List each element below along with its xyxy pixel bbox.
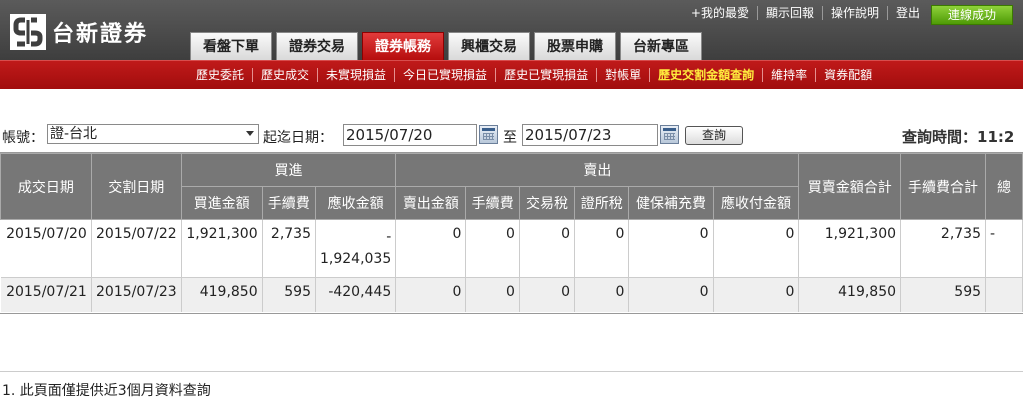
footnote: 1. 此頁面僅提供近3個月資料查詢 <box>2 383 211 399</box>
subnav-history-fills[interactable]: 歷史成交 <box>252 68 317 82</box>
settlement-table-container: 成交日期 交割日期 買進 賣出 買賣金額合計 手續費合計 總 買進金額 手續費 … <box>0 152 1023 314</box>
subnav-today-realized-pl[interactable]: 今日已實現損益 <box>394 68 495 82</box>
th-buy-amount: 買進金額 <box>180 186 263 220</box>
tab-taishin-zone[interactable]: 台新專區 <box>620 32 702 60</box>
th-capital-gains-tax: 證所稅 <box>574 186 630 220</box>
th-receivable: 應收金額 <box>314 186 397 220</box>
taishin-logo-icon <box>10 14 46 50</box>
cell-trade-date: 2015/07/20 <box>0 219 92 278</box>
th-buy-fee: 手續費 <box>261 186 317 220</box>
account-label: 帳號： <box>2 130 44 146</box>
subnav-unrealized-pl[interactable]: 未實現損益 <box>317 68 394 82</box>
cell-total-amount: 1,921,300 <box>798 219 902 278</box>
cell-payable: 0 <box>713 277 800 312</box>
footnote-divider <box>0 371 1023 372</box>
dropdown-arrow-icon <box>246 131 254 136</box>
receivable-sign: - <box>386 229 392 245</box>
cell-extra: - <box>985 219 1023 278</box>
account-select[interactable]: 證-台北 <box>47 124 259 144</box>
cell-capital-gains-tax: 0 <box>574 277 630 312</box>
subnav-history-realized-pl[interactable]: 歷史已實現損益 <box>495 68 596 82</box>
connection-status-button[interactable]: 連線成功 <box>931 5 1013 25</box>
cell-buy-fee: 595 <box>262 277 317 312</box>
cell-total-fee: 2,735 <box>900 219 987 278</box>
cell-total-amount: 419,850 <box>798 277 902 312</box>
subnav-margin-quota[interactable]: 資券配額 <box>815 68 880 82</box>
cell-sell-fee: 0 <box>465 277 520 312</box>
subnav-maintenance-ratio[interactable]: 維持率 <box>762 68 815 82</box>
tab-quote-order[interactable]: 看盤下單 <box>190 32 272 60</box>
cell-nhi-supplement: 0 <box>628 277 714 312</box>
show-report-link[interactable]: 顯示回報 <box>756 6 822 20</box>
account-value: 證-台北 <box>50 126 98 142</box>
tab-securities-trading[interactable]: 證券交易 <box>276 32 358 60</box>
th-sell-fee: 手續費 <box>465 186 520 220</box>
th-trade-date: 成交日期 <box>0 153 92 220</box>
receivable-value: 1,924,035 <box>320 251 392 267</box>
cell-sell-amount: 0 <box>395 219 467 278</box>
th-payable: 應收付金額 <box>712 186 800 220</box>
cell-extra <box>985 277 1023 312</box>
th-total-fee: 手續費合計 <box>900 153 987 220</box>
help-link[interactable]: 操作說明 <box>821 6 887 20</box>
cell-nhi-supplement: 0 <box>628 219 714 278</box>
cell-trade-date: 2015/07/21 <box>0 277 92 312</box>
cell-settle-date: 2015/07/22 <box>91 219 182 278</box>
table-row: 2015/07/20 2015/07/22 1,921,300 2,735 - 1… <box>0 219 1023 278</box>
cell-buy-amount: 419,850 <box>181 277 263 312</box>
cell-receivable: -420,445 <box>315 277 397 312</box>
th-sell-amount: 賣出金額 <box>395 186 467 220</box>
end-calendar-icon[interactable] <box>660 125 679 144</box>
cell-sell-fee: 0 <box>465 219 520 278</box>
date-range-label: 起迄日期： <box>263 130 333 146</box>
th-total-amount: 買賣金額合計 <box>798 153 902 220</box>
brand-logo[interactable]: 台新證券 <box>10 12 148 52</box>
tab-emerging-trading[interactable]: 興櫃交易 <box>448 32 530 60</box>
end-date-input[interactable]: 2015/07/23 <box>522 124 658 146</box>
cell-sell-amount: 0 <box>395 277 467 312</box>
logout-link[interactable]: 登出 <box>886 6 928 20</box>
cell-transaction-tax: 0 <box>519 219 576 278</box>
th-extra: 總 <box>985 153 1023 220</box>
main-tabs: 看盤下單 證券交易 證券帳務 興櫃交易 股票申購 台新專區 <box>190 32 706 60</box>
tab-ipo-subscription[interactable]: 股票申購 <box>534 32 616 60</box>
cell-transaction-tax: 0 <box>519 277 576 312</box>
cell-payable: 0 <box>713 219 800 278</box>
query-bar: 帳號： 證-台北 起迄日期： 2015/07/20 至 2015/07/23 查… <box>0 123 1023 147</box>
table-row: 2015/07/21 2015/07/23 419,850 595 -420,4… <box>0 277 1023 312</box>
add-favorite-link[interactable]: +我的最愛 <box>683 6 757 20</box>
query-button[interactable]: 查詢 <box>685 126 743 145</box>
tab-securities-accounts[interactable]: 證券帳務 <box>362 32 444 60</box>
brand-name: 台新證券 <box>52 22 149 47</box>
query-time: 查詢時間：11:2 <box>902 128 1015 146</box>
subnav-history-orders[interactable]: 歷史委託 <box>190 68 252 82</box>
cell-receivable: - 1,924,035 <box>315 219 397 278</box>
start-date-input[interactable]: 2015/07/20 <box>343 124 477 146</box>
cell-buy-fee: 2,735 <box>262 219 317 278</box>
cell-total-fee: 595 <box>900 277 987 312</box>
th-sell-group: 賣出 <box>395 153 800 187</box>
subnav-statement[interactable]: 對帳單 <box>596 68 649 82</box>
cell-buy-amount: 1,921,300 <box>181 219 263 278</box>
top-links: +我的最愛 顯示回報 操作說明 登出 <box>683 6 928 20</box>
cell-capital-gains-tax: 0 <box>574 219 630 278</box>
settlement-table: 成交日期 交割日期 買進 賣出 買賣金額合計 手續費合計 總 買進金額 手續費 … <box>0 153 1023 312</box>
th-nhi-supplement: 健保補充費 <box>628 186 714 220</box>
th-settle-date: 交割日期 <box>90 153 182 220</box>
start-calendar-icon[interactable] <box>479 125 498 144</box>
app-header: 台新證券 +我的最愛 顯示回報 操作說明 登出 連線成功 看盤下單 證券交易 證… <box>0 0 1023 60</box>
cell-settle-date: 2015/07/23 <box>91 277 182 312</box>
subnav-settlement-history[interactable]: 歷史交割金額查詢 <box>649 68 762 82</box>
sub-navigation: 歷史委託 歷史成交 未實現損益 今日已實現損益 歷史已實現損益 對帳單 歷史交割… <box>0 60 1023 89</box>
th-buy-group: 買進 <box>180 153 397 187</box>
th-transaction-tax: 交易稅 <box>518 186 576 220</box>
to-label: 至 <box>503 130 517 146</box>
